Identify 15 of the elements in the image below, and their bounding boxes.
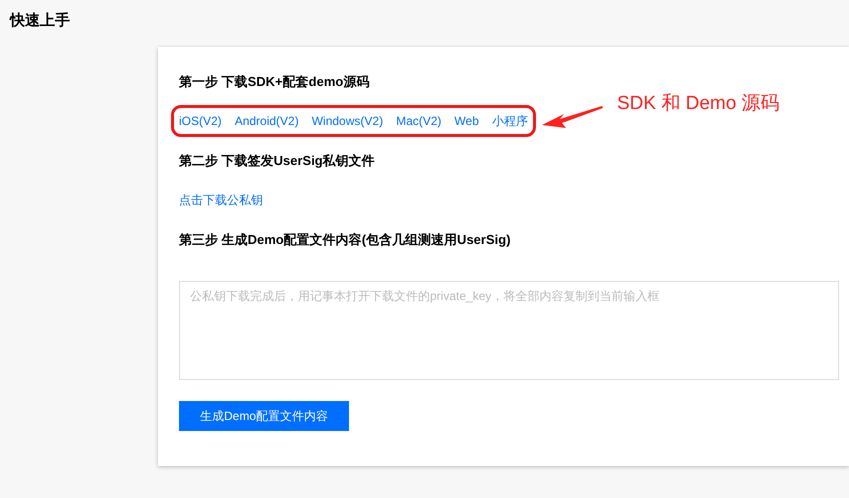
download-link[interactable]: 小程序 [492,113,528,129]
download-link[interactable]: Web [454,113,479,129]
download-link[interactable]: Windows(V2) [312,113,384,129]
step-heading: 第二步 下载签发UserSig私钥文件 [179,152,376,170]
download-link[interactable]: iOS(V2) [179,113,222,129]
arrow-icon [542,106,603,128]
download-link[interactable]: Android(V2) [234,113,299,129]
annotation-text: SDK 和 Demo 源码 [617,92,780,116]
generate-button[interactable]: 生成Demo配置文件内容 [179,401,349,431]
download-link[interactable]: Mac(V2) [396,113,442,129]
step-heading: 第一步 下载SDK+配套demo源码 [179,73,370,91]
download-link[interactable]: 点击下载公私钥 [179,192,263,208]
input-field[interactable]: 公私钥下载完成后，用记事本打开下载文件的private_key，将全部内容复制到当前输入框 [179,281,839,380]
page-title: 快速上手 [10,11,70,30]
step-heading: 第三步 生成Demo配置文件内容(包含几组测速用UserSig) [179,231,512,249]
